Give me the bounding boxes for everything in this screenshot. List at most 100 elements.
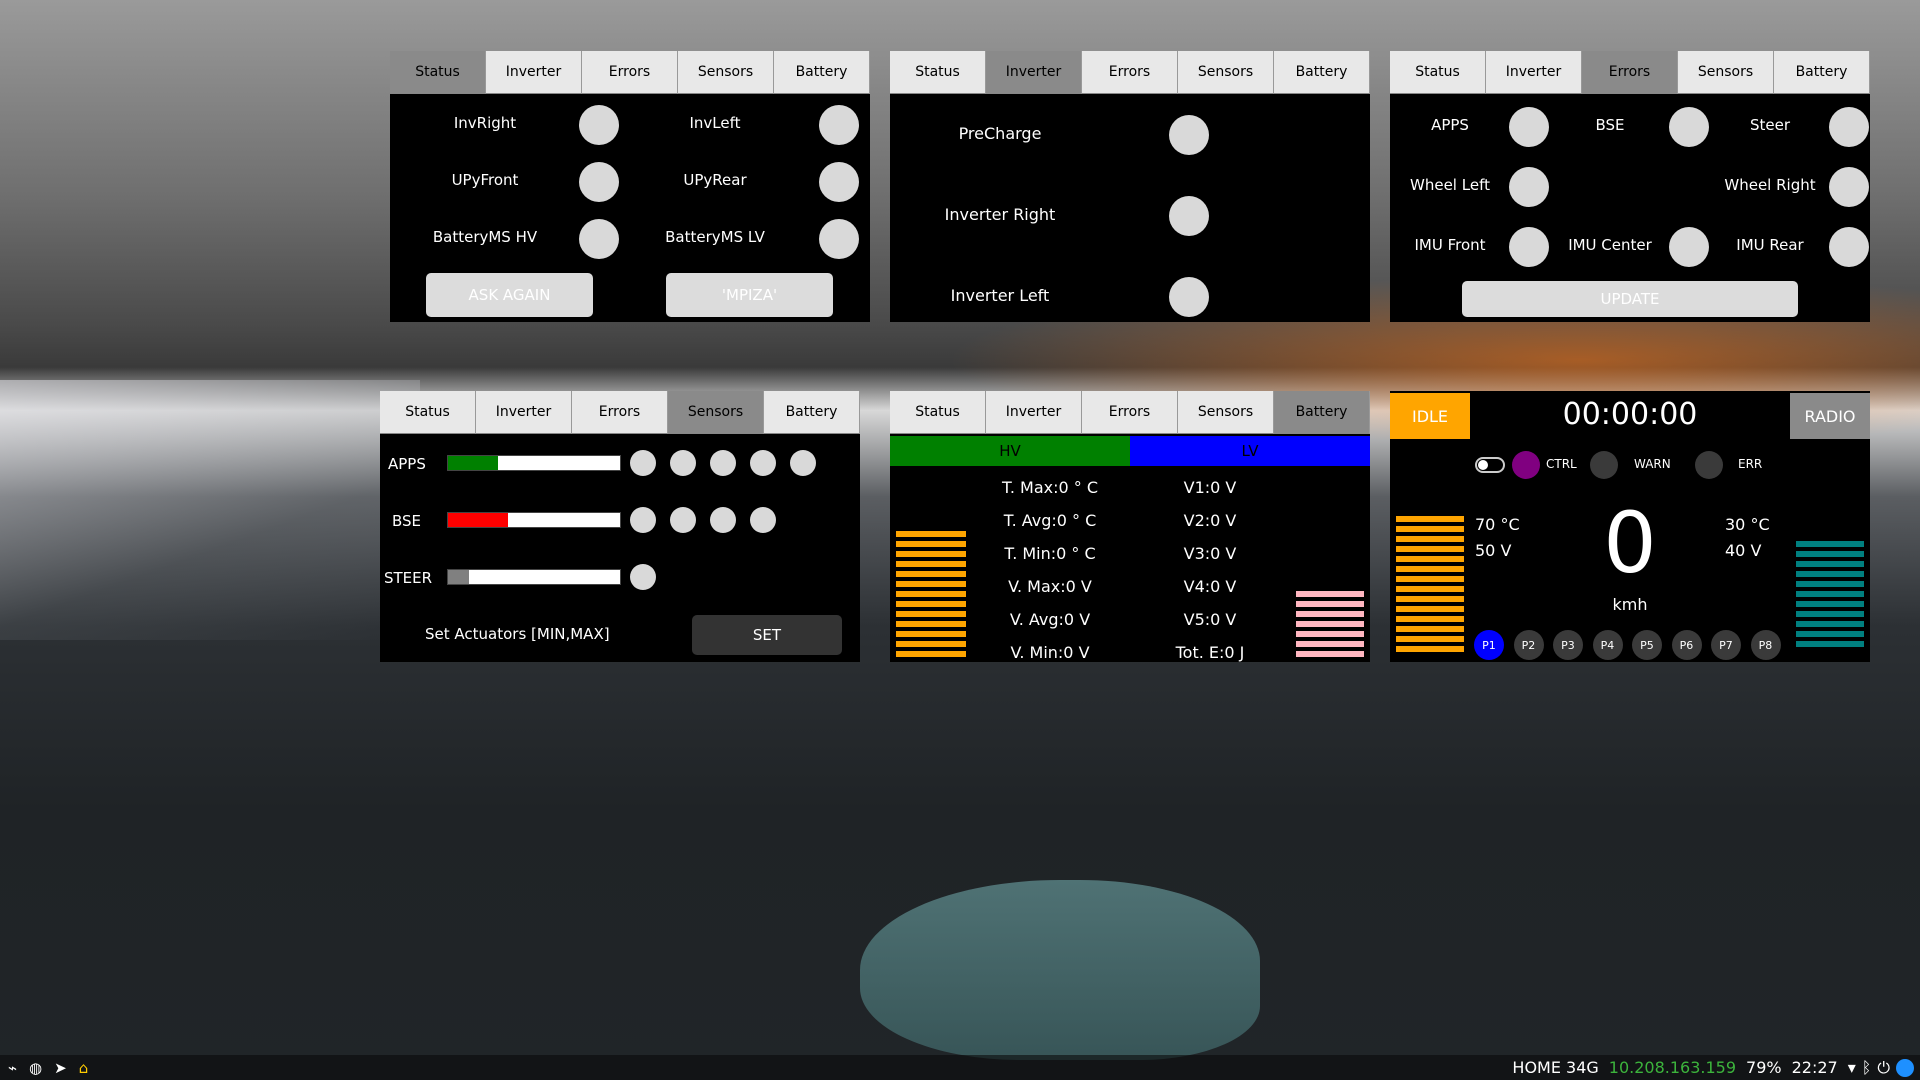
hv-level-segment xyxy=(896,591,966,597)
browser-icon[interactable]: ◍ xyxy=(29,1059,42,1077)
left-level-segment xyxy=(1396,556,1464,562)
battery-window: Status Inverter Errors Sensors Battery H… xyxy=(890,391,1370,662)
left-level-segment xyxy=(1396,546,1464,552)
preset-button-p4[interactable]: P4 xyxy=(1592,630,1623,660)
label-invright: InvRight xyxy=(453,114,517,132)
set-actuators-label: Set Actuators [MIN,MAX] xyxy=(425,625,610,643)
hv-level-segment xyxy=(896,581,966,587)
label-batteryms-hv: BatteryMS HV xyxy=(432,228,538,246)
preset-button-p7[interactable]: P7 xyxy=(1711,630,1741,660)
taskbar: ⌁ ◍ ➤ ⌂ HOME 34G 10.208.163.159 79% 22:2… xyxy=(0,1055,1920,1080)
tab-errors[interactable]: Errors xyxy=(582,51,678,94)
right-level-segment xyxy=(1796,541,1864,547)
hv-values-list: T. Max:0 ° C T. Avg:0 ° C T. Min:0 ° C V. M… xyxy=(970,471,1130,669)
preset-button-p6[interactable]: P6 xyxy=(1671,630,1702,660)
tab-inverter[interactable]: Inverter xyxy=(476,391,572,434)
left-level-segment xyxy=(1396,576,1464,582)
bluetooth-icon[interactable]: ᛒ xyxy=(1862,1058,1872,1077)
bse-progress-fill xyxy=(448,513,509,527)
ctrl-indicator xyxy=(1512,451,1540,479)
telegram-icon[interactable]: ➤ xyxy=(54,1059,67,1077)
tab-inverter[interactable]: Inverter xyxy=(486,51,582,94)
errors-window: Status Inverter Errors Sensors Battery A… xyxy=(1390,51,1870,322)
tab-battery[interactable]: Battery xyxy=(1274,51,1370,94)
tab-status[interactable]: Status xyxy=(380,391,476,434)
tab-bar: Status Inverter Errors Sensors Battery xyxy=(1390,51,1870,94)
hv-value-0: T. Max:0 ° C xyxy=(1001,478,1099,497)
tab-battery[interactable]: Battery xyxy=(764,391,860,434)
hv-level-segment xyxy=(896,651,966,657)
tab-battery[interactable]: Battery xyxy=(774,51,870,94)
right-level-segment xyxy=(1796,581,1864,587)
update-button[interactable]: UPDATE xyxy=(1462,281,1798,317)
tab-sensors[interactable]: Sensors xyxy=(1678,51,1774,94)
set-button[interactable]: SET xyxy=(692,615,842,655)
wallpaper-lake xyxy=(860,880,1260,1060)
tab-status[interactable]: Status xyxy=(890,51,986,94)
tab-inverter[interactable]: Inverter xyxy=(1486,51,1582,94)
tab-sensors[interactable]: Sensors xyxy=(668,391,764,434)
tab-battery[interactable]: Battery xyxy=(1774,51,1870,94)
preset-button-p1[interactable]: P1 xyxy=(1474,630,1504,660)
status-led-batteryms-lv xyxy=(819,219,859,259)
label-imu-front: IMU Front xyxy=(1414,236,1486,254)
radio-button[interactable]: RADIO xyxy=(1790,393,1870,439)
error-led-steer xyxy=(1829,107,1869,147)
speed-value: 0 xyxy=(1603,494,1657,592)
lv-level-segment xyxy=(1296,641,1364,647)
steer-progress-bar xyxy=(447,569,621,585)
hv-value-3: V. Max:0 V xyxy=(1008,577,1092,596)
lv-value-2: V3:0 V xyxy=(1183,544,1237,563)
lv-value-3: V4:0 V xyxy=(1183,577,1237,596)
mpiza-button[interactable]: 'MPIZA' xyxy=(666,273,833,317)
ip-address: 10.208.163.159 xyxy=(1608,1058,1737,1077)
tab-inverter[interactable]: Inverter xyxy=(986,391,1082,434)
tab-sensors[interactable]: Sensors xyxy=(1178,391,1274,434)
hv-value-4: V. Avg:0 V xyxy=(1009,610,1091,629)
error-led-bse xyxy=(1669,107,1709,147)
label-precharge: PreCharge xyxy=(958,124,1042,143)
right-level-segment xyxy=(1796,591,1864,597)
steer-progress-fill xyxy=(448,570,469,584)
bse-dot-4 xyxy=(750,507,776,533)
network-manager-icon[interactable]: ⌂ xyxy=(79,1059,89,1077)
lv-level-meter xyxy=(1296,591,1364,661)
inverter-window: Status Inverter Errors Sensors Battery P… xyxy=(890,51,1370,322)
preset-button-p5[interactable]: P5 xyxy=(1632,630,1662,660)
tab-inverter[interactable]: Inverter xyxy=(986,51,1082,94)
error-led-imu-rear xyxy=(1829,227,1869,267)
preset-button-p8[interactable]: P8 xyxy=(1750,630,1781,660)
tab-errors[interactable]: Errors xyxy=(1082,391,1178,434)
preset-button-p2[interactable]: P2 xyxy=(1513,630,1544,660)
err-indicator xyxy=(1695,451,1723,479)
wifi-icon[interactable]: ▾ xyxy=(1848,1058,1856,1077)
toggle-knob xyxy=(1478,460,1488,470)
tab-errors[interactable]: Errors xyxy=(572,391,668,434)
tab-errors[interactable]: Errors xyxy=(1082,51,1178,94)
tab-battery[interactable]: Battery xyxy=(1274,391,1370,434)
ask-again-button[interactable]: ASK AGAIN xyxy=(426,273,593,317)
terminal-icon[interactable]: ⌁ xyxy=(8,1059,17,1077)
apps-dot-2 xyxy=(670,450,696,476)
right-level-segment xyxy=(1796,611,1864,617)
power-icon[interactable]: ⏻ xyxy=(1877,1058,1890,1078)
tab-sensors[interactable]: Sensors xyxy=(1178,51,1274,94)
lv-value-5: Tot. E:0 J xyxy=(1175,643,1245,662)
tab-sensors[interactable]: Sensors xyxy=(678,51,774,94)
hv-level-segment xyxy=(896,611,966,617)
tab-status[interactable]: Status xyxy=(1390,51,1486,94)
tab-status[interactable]: Status xyxy=(890,391,986,434)
ctrl-toggle-switch[interactable] xyxy=(1475,457,1505,473)
label-wheel-left: Wheel Left xyxy=(1410,176,1490,194)
tab-status[interactable]: Status xyxy=(390,51,486,94)
preset-button-p3[interactable]: P3 xyxy=(1553,630,1583,660)
status-led-batteryms-hv xyxy=(579,219,619,259)
label-imu-center: IMU Center xyxy=(1568,236,1652,254)
right-level-segment xyxy=(1796,621,1864,627)
status-led-precharge xyxy=(1169,115,1209,155)
tab-errors[interactable]: Errors xyxy=(1582,51,1678,94)
tab-bar: Status Inverter Errors Sensors Battery xyxy=(890,391,1370,434)
left-level-segment xyxy=(1396,646,1464,652)
app-tray-icon[interactable] xyxy=(1896,1058,1914,1077)
apps-dot-5 xyxy=(790,450,816,476)
